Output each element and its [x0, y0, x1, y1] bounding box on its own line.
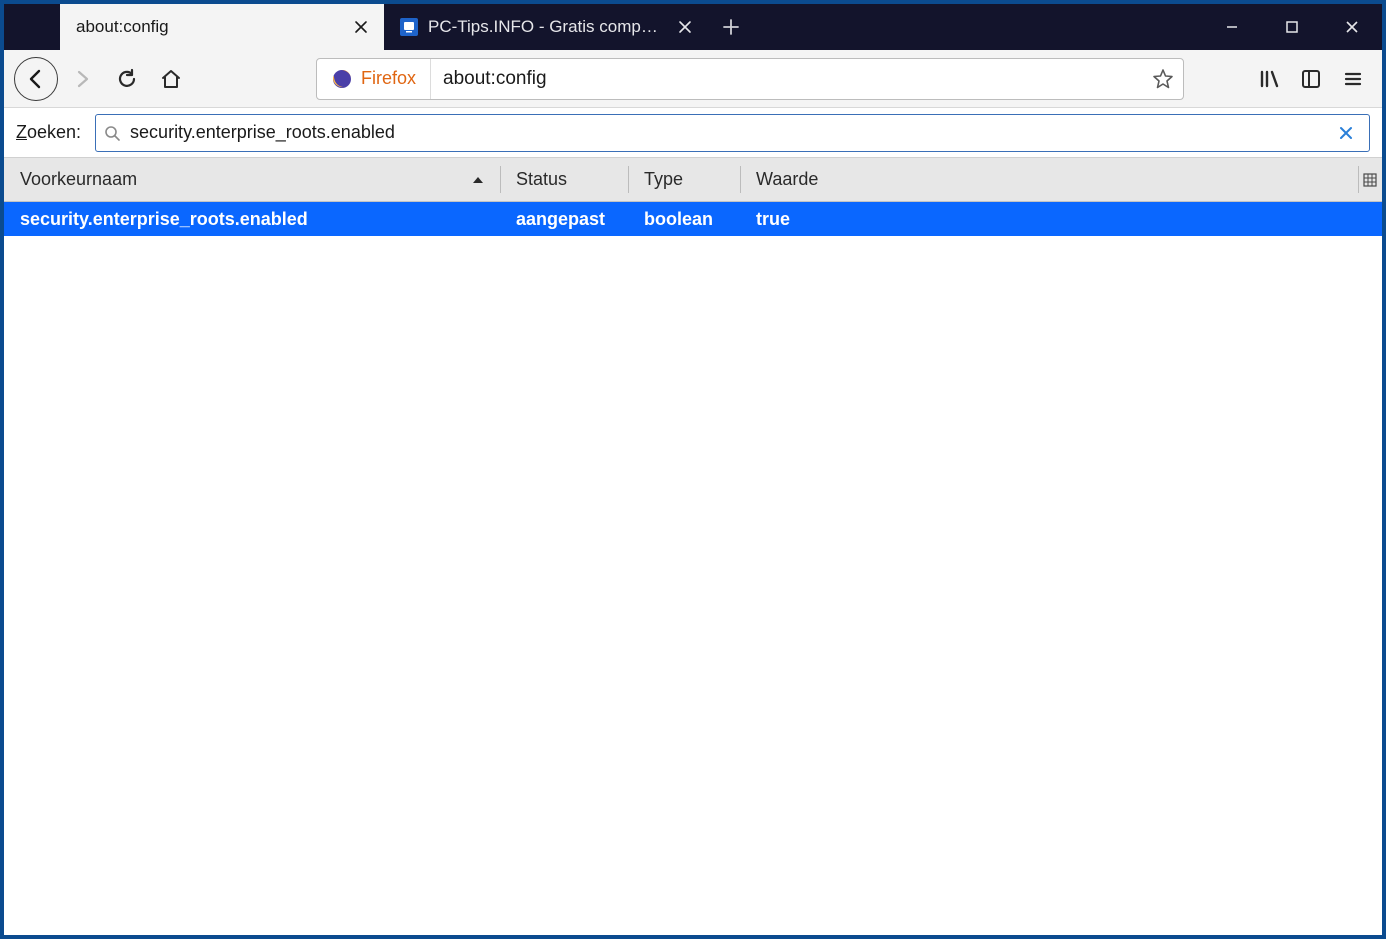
tab-strip: about:config PC-Tips.INFO - Gratis compu…: [4, 4, 1382, 50]
config-search-bar: Zoeken:: [4, 108, 1382, 158]
menu-button[interactable]: [1334, 60, 1372, 98]
column-header-type[interactable]: Type: [628, 158, 740, 201]
firefox-logo-icon: [331, 68, 353, 90]
search-input[interactable]: [130, 122, 1329, 143]
column-header-label: Voorkeurnaam: [20, 169, 137, 190]
tab-title: PC-Tips.INFO - Gratis computer: [428, 17, 666, 37]
search-icon: [104, 125, 120, 141]
column-header-label: Type: [644, 169, 683, 190]
search-field[interactable]: [95, 114, 1370, 152]
tab-pc-tips[interactable]: PC-Tips.INFO - Gratis computer: [384, 4, 708, 50]
new-tab-button[interactable]: [708, 4, 754, 50]
maximize-button[interactable]: [1262, 4, 1322, 50]
column-header-label: Waarde: [756, 169, 818, 190]
url-input[interactable]: [431, 68, 1143, 90]
back-button[interactable]: [14, 57, 58, 101]
tab-about-config[interactable]: about:config: [60, 4, 384, 50]
pref-status: aangepast: [500, 209, 628, 230]
pref-value: true: [740, 209, 1382, 230]
reload-button[interactable]: [108, 60, 146, 98]
window-controls: [1202, 4, 1382, 50]
nav-toolbar: Firefox: [4, 50, 1382, 108]
column-header-status[interactable]: Status: [500, 158, 628, 201]
tab-title: about:config: [76, 17, 342, 37]
search-label: Zoeken:: [16, 122, 81, 143]
column-header-label: Status: [516, 169, 567, 190]
close-icon[interactable]: [676, 18, 694, 36]
clear-search-icon[interactable]: [1339, 126, 1361, 140]
pref-name: security.enterprise_roots.enabled: [4, 209, 500, 230]
column-header-value[interactable]: Waarde: [740, 158, 1358, 201]
forward-button[interactable]: [64, 60, 102, 98]
toolbar-right: [1250, 60, 1372, 98]
prefs-table: security.enterprise_roots.enabled aangep…: [4, 202, 1382, 935]
identity-box[interactable]: Firefox: [317, 59, 431, 99]
minimize-button[interactable]: [1202, 4, 1262, 50]
address-bar[interactable]: Firefox: [316, 58, 1184, 100]
firefox-window: about:config PC-Tips.INFO - Gratis compu…: [4, 4, 1382, 935]
bookmark-star-icon[interactable]: [1143, 68, 1183, 90]
sort-ascending-icon: [472, 175, 484, 185]
close-icon[interactable]: [352, 18, 370, 36]
column-header-name[interactable]: Voorkeurnaam: [4, 158, 500, 201]
sidebar-button[interactable]: [1292, 60, 1330, 98]
column-headers: Voorkeurnaam Status Type Waarde: [4, 158, 1382, 202]
library-button[interactable]: [1250, 60, 1288, 98]
pref-type: boolean: [628, 209, 740, 230]
home-button[interactable]: [152, 60, 190, 98]
column-picker-button[interactable]: [1358, 158, 1382, 201]
close-window-button[interactable]: [1322, 4, 1382, 50]
site-favicon-icon: [400, 18, 418, 36]
pref-row[interactable]: security.enterprise_roots.enabled aangep…: [4, 202, 1382, 236]
identity-label: Firefox: [361, 68, 416, 89]
